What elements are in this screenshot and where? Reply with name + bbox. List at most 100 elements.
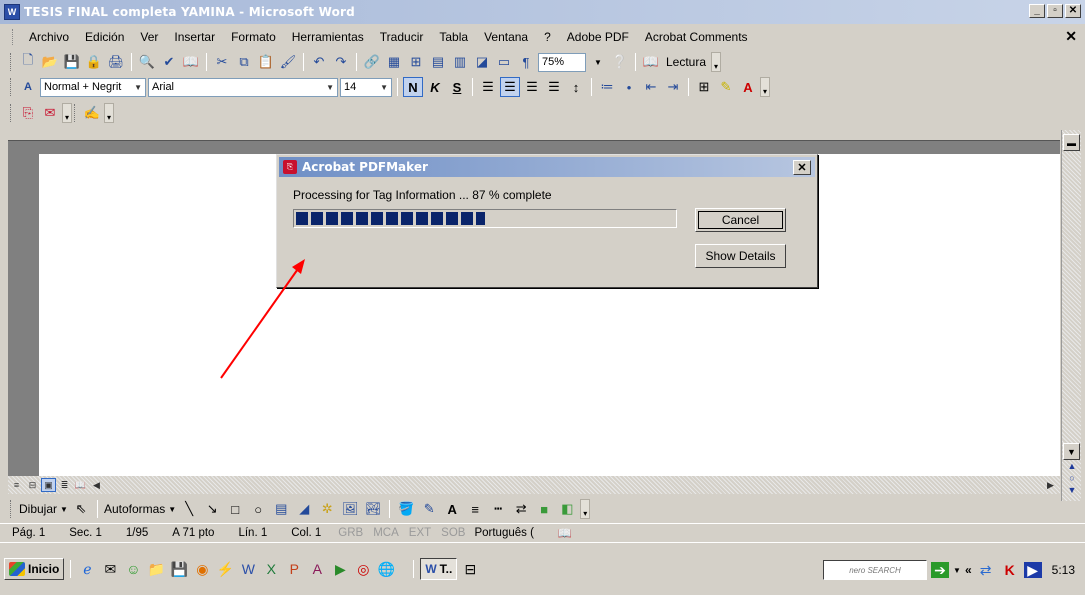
save-disk-icon[interactable]: 💾 — [169, 559, 189, 579]
diagram-icon[interactable]: ✲ — [317, 499, 337, 519]
toolbar-grip[interactable] — [10, 104, 14, 122]
green-arrow-icon[interactable]: ➔ — [931, 562, 950, 578]
increase-indent-icon[interactable]: ⇥ — [663, 77, 683, 97]
document-map-icon[interactable]: ▭ — [494, 52, 514, 72]
print-preview-icon[interactable]: 🔍 — [137, 52, 157, 72]
italic-button[interactable]: K — [425, 77, 445, 97]
browse-object-icon[interactable]: ○ — [1066, 473, 1078, 485]
media-icon[interactable]: ▶ — [330, 559, 350, 579]
menu-archivo[interactable]: Archivo — [21, 30, 77, 44]
line-style-icon[interactable]: ≡ — [465, 499, 485, 519]
tray-expand-icon[interactable]: « — [965, 563, 972, 577]
print-icon[interactable]: 🖨 — [106, 52, 126, 72]
excel-icon[interactable]: X — [261, 559, 281, 579]
font-color-icon[interactable]: A — [442, 499, 462, 519]
format-painter-icon[interactable]: 🖌 — [278, 52, 298, 72]
close-document-icon[interactable]: ✕ — [1065, 28, 1077, 45]
wordart-icon[interactable]: ◢ — [294, 499, 314, 519]
toolbar-options-chevron[interactable]: ▾ — [62, 103, 72, 123]
taskbar-item-word[interactable]: W T.. — [420, 558, 458, 580]
line-color-icon[interactable]: ✎ — [419, 499, 439, 519]
clip-art-icon[interactable]: 🖼 — [340, 499, 360, 519]
maximize-button[interactable]: ▫ — [1047, 4, 1063, 18]
toolbar-grip[interactable] — [10, 53, 14, 71]
menu-ver[interactable]: Ver — [132, 30, 166, 44]
highlight-icon[interactable]: ✎ — [716, 77, 736, 97]
clock[interactable]: 5:13 — [1046, 563, 1081, 577]
cut-icon[interactable]: ✂ — [212, 52, 232, 72]
rectangle-icon[interactable]: □ — [225, 499, 245, 519]
font-size-select[interactable]: 14 ▼ — [340, 77, 392, 97]
columns-icon[interactable]: ▥ — [450, 52, 470, 72]
web-view-icon[interactable]: ⊟ — [25, 478, 40, 492]
bold-button[interactable]: N — [403, 77, 423, 97]
dialog-title-bar[interactable]: ⎘ Acrobat PDFMaker ✕ — [279, 157, 815, 177]
open-folder-icon[interactable]: 📂 — [40, 52, 60, 72]
start-button[interactable]: Inicio — [4, 558, 65, 580]
shadow-style-icon[interactable]: ■ — [534, 499, 554, 519]
menu-insertar[interactable]: Insertar — [166, 30, 223, 44]
nero-search-box[interactable]: nero SEARCH — [823, 560, 928, 580]
justify-icon[interactable]: ☰ — [544, 77, 564, 97]
show-formatting-icon[interactable]: ¶ — [516, 52, 536, 72]
font-select[interactable]: Arial ▼ — [148, 77, 338, 97]
text-box-icon[interactable]: ▤ — [271, 499, 291, 519]
line-spacing-icon[interactable]: ↕ — [566, 77, 586, 97]
menu-help[interactable]: ? — [536, 30, 559, 44]
line-icon[interactable]: ╲ — [179, 499, 199, 519]
align-left-icon[interactable]: ☰ — [478, 77, 498, 97]
drawing-icon[interactable]: ◪ — [472, 52, 492, 72]
align-center-icon[interactable]: ☰ — [500, 77, 520, 97]
paste-icon[interactable]: 📋 — [256, 52, 276, 72]
tables-borders-icon[interactable]: ▦ — [384, 52, 404, 72]
arrow-icon[interactable]: ↘ — [202, 499, 222, 519]
folder-icon[interactable]: 📁 — [146, 559, 166, 579]
help-icon[interactable]: ❔ — [610, 52, 630, 72]
select-objects-icon[interactable]: ⇖ — [71, 499, 91, 519]
status-language[interactable]: Português ( — [470, 527, 545, 539]
status-mode-mca[interactable]: MCA — [368, 527, 404, 539]
redo-icon[interactable]: ↷ — [331, 52, 351, 72]
normal-view-icon[interactable]: ≡ — [9, 478, 24, 492]
powerpoint-icon[interactable]: P — [284, 559, 304, 579]
internet-explorer-icon[interactable]: ℯ — [77, 559, 97, 579]
print-layout-icon[interactable]: ▣ — [41, 478, 56, 492]
chevron-down-icon[interactable]: ▼ — [953, 566, 961, 575]
convert-and-email-icon[interactable]: ✉ — [40, 103, 60, 123]
network-icon[interactable]: ⇄ — [976, 560, 996, 580]
toolbar-options-chevron[interactable]: ▾ — [760, 77, 770, 97]
antivirus-icon[interactable]: K — [1000, 560, 1020, 580]
outline-view-icon[interactable]: ≣ — [57, 478, 72, 492]
permission-icon[interactable]: 🔒 — [84, 52, 104, 72]
show-details-button[interactable]: Show Details — [695, 244, 786, 268]
research-icon[interactable]: 📖 — [181, 52, 201, 72]
status-page[interactable]: Pág. 1 — [0, 527, 57, 539]
insert-table-icon[interactable]: ⊞ — [406, 52, 426, 72]
horizontal-scrollbar[interactable]: ≡ ⊟ ▣ ≣ 📖 ◀ ▶ — [8, 476, 1060, 494]
reading-layout-icon[interactable]: 📖 — [641, 52, 661, 72]
hyperlink-icon[interactable]: 🔗 — [362, 52, 382, 72]
media-tray-icon[interactable]: ▶ — [1023, 562, 1042, 578]
insert-picture-icon[interactable]: 🏞 — [363, 499, 383, 519]
styles-pane-icon[interactable]: A — [18, 77, 38, 97]
3d-style-icon[interactable]: ◧ — [557, 499, 577, 519]
font-color-icon[interactable]: A — [738, 77, 758, 97]
new-document-icon[interactable]: 🗋 — [18, 52, 38, 72]
status-mode-grb[interactable]: GRB — [333, 527, 368, 539]
align-right-icon[interactable]: ☰ — [522, 77, 542, 97]
toolbar-grip[interactable] — [10, 500, 14, 518]
dialog-close-button[interactable]: ✕ — [793, 160, 811, 175]
opera-icon[interactable]: ◎ — [353, 559, 373, 579]
spelling-icon[interactable]: ✔ — [159, 52, 179, 72]
menu-adobe-pdf[interactable]: Adobe PDF — [559, 30, 637, 44]
insert-excel-icon[interactable]: ▤ — [428, 52, 448, 72]
window-title-bar[interactable]: W TESIS FINAL completa YAMINA - Microsof… — [0, 0, 1085, 24]
menu-formato[interactable]: Formato — [223, 30, 284, 44]
word-icon[interactable]: W — [238, 559, 258, 579]
previous-page-icon[interactable]: ▲ — [1066, 461, 1078, 473]
toolbar-options-chevron[interactable]: ▾ — [104, 103, 114, 123]
copy-icon[interactable]: ⧉ — [234, 52, 254, 72]
draw-menu[interactable]: Dibujar — [19, 502, 57, 516]
menu-tabla[interactable]: Tabla — [431, 30, 476, 44]
style-select[interactable]: Normal + Negrit ▼ — [40, 77, 146, 97]
